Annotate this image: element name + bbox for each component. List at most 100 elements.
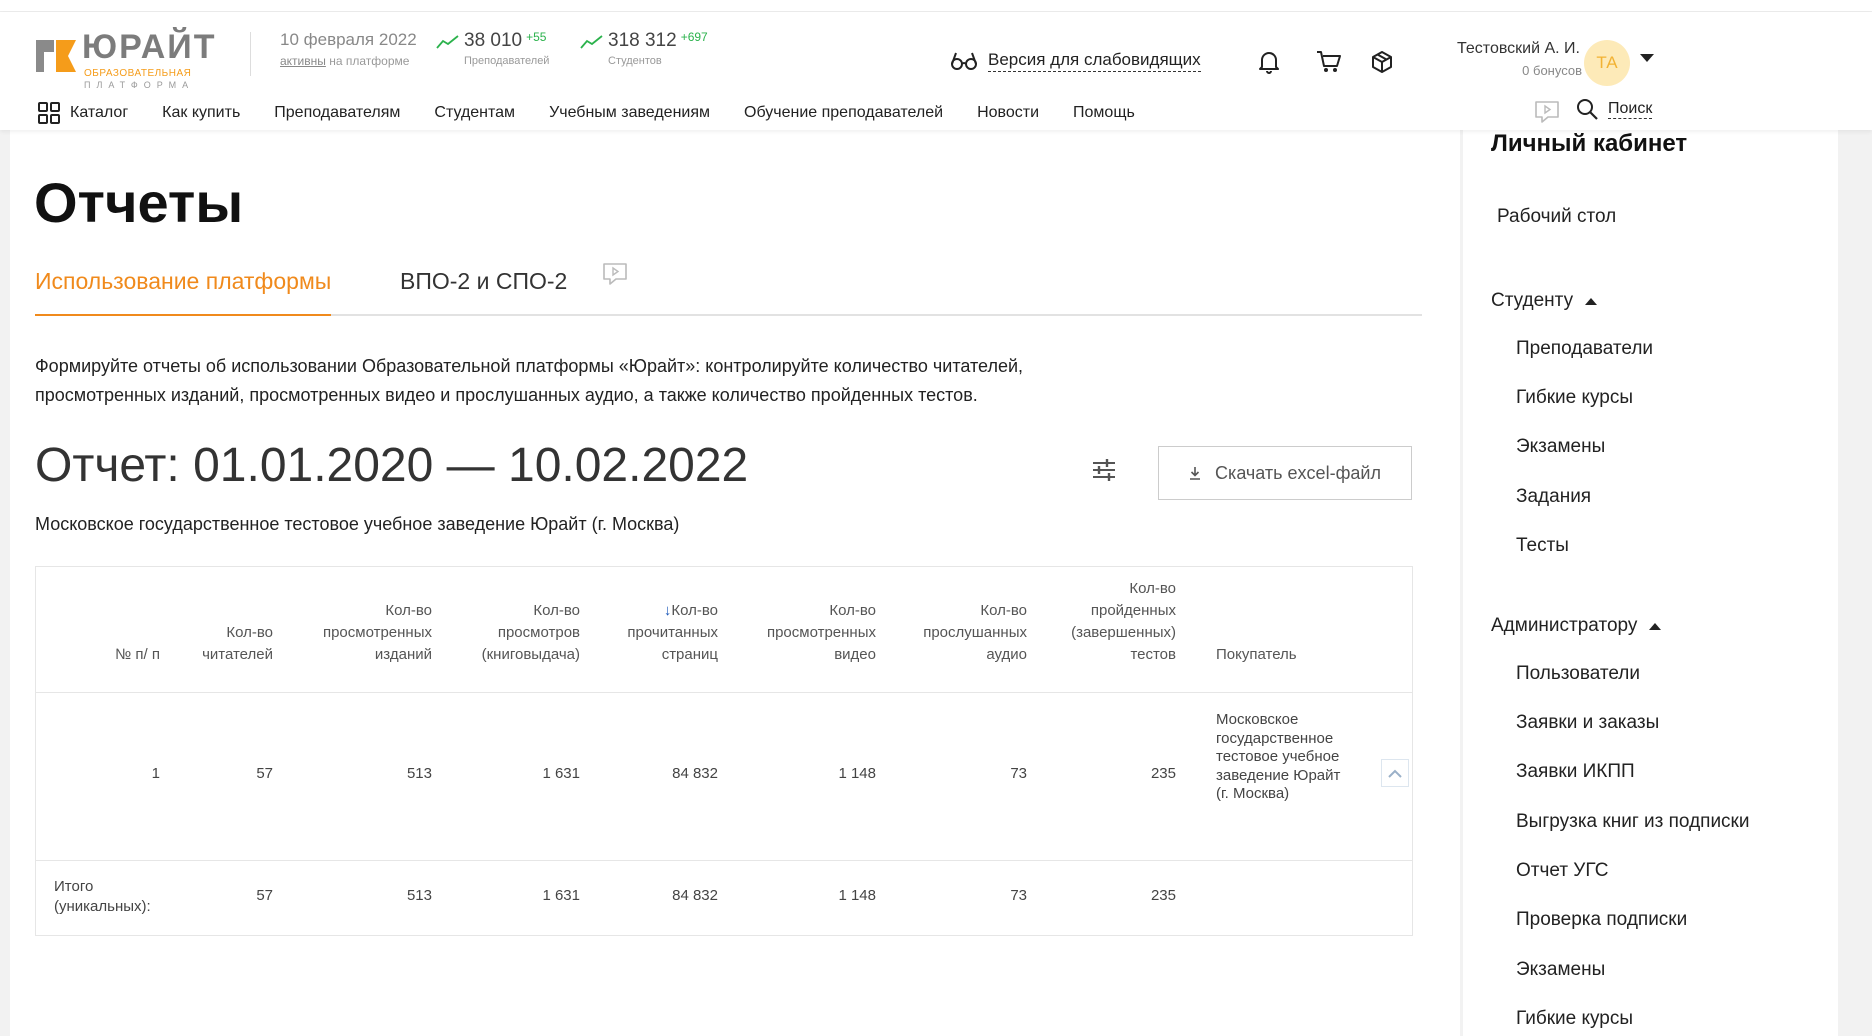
download-icon <box>1190 467 1201 480</box>
logo-subtitle: ОБРАЗОВАТЕЛЬНАЯ <box>84 68 192 79</box>
scroll-to-top-button[interactable] <box>1381 759 1409 787</box>
col-header-audio[interactable]: Кол-во прослушанных аудио <box>907 600 1027 666</box>
caret-up-icon <box>1585 297 1598 305</box>
nav-item-how-to-buy[interactable]: Как купить <box>162 104 240 122</box>
students-delta: +697 <box>680 30 708 44</box>
cell-tests: 235 <box>1150 765 1176 782</box>
sidebar-item-books-export[interactable]: Выгрузка книг из подписки <box>1516 811 1749 833</box>
col-header-num[interactable]: № п/ п <box>60 644 160 666</box>
total-pages: 84 832 <box>672 887 718 904</box>
total-label: Итого (уникальных): <box>54 878 151 915</box>
user-bonus: 0 бонусов <box>1522 63 1582 78</box>
chat-icon[interactable] <box>602 262 628 286</box>
cell-videos: 1 148 <box>838 765 876 782</box>
nav-item-teacher-training[interactable]: Обучение преподавателей <box>744 104 943 122</box>
cell-readers: 57 <box>256 765 273 782</box>
account-sidebar: Личный кабинет Рабочий стол Студенту Пре… <box>1463 130 1838 1036</box>
tab-vpo-spo[interactable]: ВПО-2 и СПО-2 <box>400 268 567 305</box>
nav-item-institutions[interactable]: Учебным заведениям <box>549 104 710 122</box>
avatar[interactable]: ТА <box>1584 40 1630 86</box>
col-header-videos[interactable]: Кол-во просмотренных видео <box>736 600 876 666</box>
low-vision-toggle[interactable]: Версия для слабовидящих <box>950 50 1201 72</box>
main-nav: Каталог Как купить Преподавателям Студен… <box>38 102 1169 124</box>
total-views: 1 631 <box>542 887 580 904</box>
sidebar-section-student[interactable]: Студенту <box>1491 290 1598 312</box>
nav-item-catalog[interactable]: Каталог <box>38 102 128 124</box>
download-excel-button[interactable]: Скачать excel-файл <box>1158 446 1412 500</box>
nav-item-teachers[interactable]: Преподавателям <box>274 104 400 122</box>
cell-audio: 73 <box>1010 765 1027 782</box>
cell-num: 1 <box>151 765 160 782</box>
filter-sliders-icon <box>1093 459 1115 481</box>
feedback-button[interactable] <box>1534 100 1560 129</box>
report-title: Отчет: 01.01.2020 — 10.02.2022 <box>35 439 749 492</box>
table-total-row: Итого (уникальных): 57 513 1 631 84 832 … <box>36 861 1412 935</box>
sidebar-item-tasks[interactable]: Задания <box>1516 486 1591 508</box>
sidebar-section-admin[interactable]: Администратору <box>1491 615 1662 637</box>
notifications-button[interactable] <box>1255 48 1283 76</box>
user-info[interactable]: Тестовский А. И. 0 бонусов <box>1440 40 1582 78</box>
total-audio: 73 <box>1010 887 1027 904</box>
col-header-tests[interactable]: Кол-во пройденных (завершенных) тестов <box>1046 578 1176 666</box>
low-vision-label: Версия для слабовидящих <box>988 50 1201 72</box>
sidebar-item-desktop[interactable]: Рабочий стол <box>1497 206 1616 228</box>
report-table: № п/ п Кол-во читателей Кол-во просмотре… <box>35 566 1413 936</box>
grid-icon <box>38 102 60 124</box>
sidebar-item-subscription-check[interactable]: Проверка подписки <box>1516 909 1687 931</box>
chat-icon <box>1535 101 1559 123</box>
orders-button[interactable] <box>1368 48 1396 76</box>
col-header-buyer[interactable]: Покупатель <box>1216 644 1366 666</box>
cell-views: 1 631 <box>542 765 580 782</box>
trend-up-icon <box>436 35 459 49</box>
nav-item-students[interactable]: Студентам <box>434 104 515 122</box>
nav-item-news[interactable]: Новости <box>977 104 1039 122</box>
bell-icon <box>1259 52 1279 74</box>
active-link[interactable]: активны <box>280 54 326 68</box>
col-header-pages[interactable]: ↓Кол-во прочитанных страниц <box>608 600 718 666</box>
main-content: Отчеты Использование платформы ВПО-2 и С… <box>10 130 1460 1036</box>
sidebar-item-ikpp-requests[interactable]: Заявки ИКПП <box>1516 761 1635 783</box>
sidebar-item-admin-exams[interactable]: Экзамены <box>1516 959 1605 981</box>
teachers-label: Преподавателей <box>464 55 550 67</box>
total-tests: 235 <box>1150 887 1176 904</box>
col-header-readers[interactable]: Кол-во читателей <box>183 622 273 666</box>
total-readers: 57 <box>256 887 273 904</box>
col-header-views[interactable]: Кол-во просмотров (книговыдача) <box>450 600 580 666</box>
sidebar-item-admin-flex-courses[interactable]: Гибкие курсы <box>1516 1008 1633 1030</box>
sidebar-item-ugs-report[interactable]: Отчет УГС <box>1516 860 1609 882</box>
cell-pages: 84 832 <box>672 765 718 782</box>
sidebar-item-flex-courses[interactable]: Гибкие курсы <box>1516 387 1633 409</box>
sidebar-item-users[interactable]: Пользователи <box>1516 663 1640 685</box>
search-button[interactable]: Поиск <box>1576 98 1653 120</box>
total-editions: 513 <box>406 887 432 904</box>
students-count: 318 312 <box>608 30 677 51</box>
students-label: Студентов <box>608 55 662 67</box>
platform-date: 10 февраля 2022 активны на платформе <box>280 30 417 68</box>
nav-label: Каталог <box>70 104 129 121</box>
sidebar-item-tests[interactable]: Тесты <box>1516 535 1569 557</box>
header-divider <box>250 32 251 76</box>
sidebar-item-requests-orders[interactable]: Заявки и заказы <box>1516 712 1659 734</box>
site-header: ЮРАЙТ ОБРАЗОВАТЕЛЬНАЯ ПЛАТФОРМА 10 февра… <box>0 12 1872 130</box>
top-strip <box>0 0 1872 12</box>
tab-platform-usage[interactable]: Использование платформы <box>35 268 332 316</box>
sidebar-item-exams[interactable]: Экзамены <box>1516 436 1605 458</box>
user-menu-caret-icon[interactable] <box>1640 54 1654 62</box>
organization-name: Московское государственное тестовое учеб… <box>35 514 680 534</box>
teachers-count: 38 010 <box>464 30 523 51</box>
logo[interactable]: ЮРАЙТ ОБРАЗОВАТЕЛЬНАЯ ПЛАТФОРМА <box>34 28 224 90</box>
sidebar-item-teachers[interactable]: Преподаватели <box>1516 338 1653 360</box>
table-row: 1 57 513 1 631 84 832 1 148 73 235 Моско… <box>36 693 1412 861</box>
logo-icon <box>36 40 76 72</box>
glasses-icon <box>951 52 978 70</box>
teachers-delta: +55 <box>526 30 547 44</box>
nav-item-help[interactable]: Помощь <box>1073 104 1135 122</box>
logo-subtitle-2: ПЛАТФОРМА <box>84 80 195 90</box>
active-suffix: на платформе <box>329 54 410 68</box>
cart-button[interactable] <box>1315 48 1343 76</box>
table-header: № п/ п Кол-во читателей Кол-во просмотре… <box>36 567 1412 693</box>
search-label: Поиск <box>1608 99 1653 119</box>
logo-name: ЮРАЙТ <box>82 28 217 66</box>
filter-button[interactable] <box>1090 456 1120 486</box>
col-header-editions[interactable]: Кол-во просмотренных изданий <box>292 600 432 666</box>
